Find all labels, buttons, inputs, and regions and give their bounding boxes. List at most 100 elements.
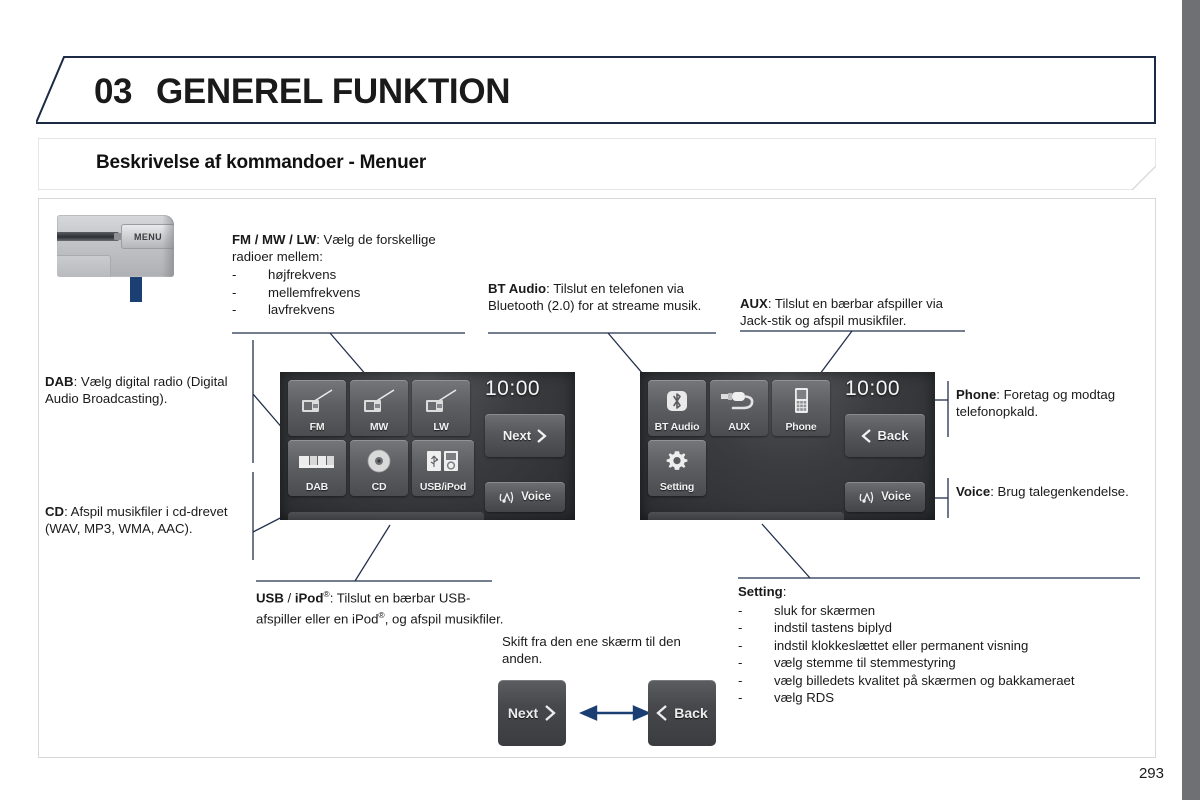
list-item: - mellemfrekvens bbox=[232, 284, 361, 300]
note-voice: Voice: Brug talegenkendelse. bbox=[956, 484, 1156, 501]
jack-plug-icon bbox=[710, 380, 768, 421]
back-button-label: Back bbox=[877, 428, 909, 443]
next-button-standalone[interactable]: Next bbox=[498, 680, 566, 746]
dab-icon bbox=[288, 440, 346, 481]
section-title: Beskrivelse af kommandoer - Menuer bbox=[96, 152, 427, 173]
note-phone-title: Phone bbox=[956, 387, 997, 402]
list-item: - vælg billedets kvalitet på skærmen og b… bbox=[738, 672, 1075, 688]
section-bar: Beskrivelse af kommandoer - Menuer bbox=[38, 138, 1156, 190]
chapter-title: 03 GENEREL FUNKTION bbox=[94, 64, 511, 120]
list-item: - vælg RDS bbox=[738, 690, 835, 705]
device-lower-panel bbox=[57, 255, 111, 277]
note-aux-text: : Tilslut en bærbar afspiller via Jack-s… bbox=[740, 296, 944, 328]
note-switch-screens: Skift fra den ene skærm til den anden. bbox=[502, 634, 681, 666]
usb-ipod-icon bbox=[412, 440, 474, 481]
radio-fm-icon bbox=[288, 380, 346, 421]
tile-dab[interactable]: DAB bbox=[288, 440, 346, 496]
voice-button-right[interactable]: Voice bbox=[845, 482, 925, 512]
tile-label: Phone bbox=[785, 421, 817, 433]
voice-button-left[interactable]: Voice bbox=[485, 482, 565, 512]
voice-wave-icon bbox=[859, 491, 874, 503]
gear-icon bbox=[648, 440, 706, 481]
cd-slot bbox=[57, 232, 119, 241]
menu-device-photo: MENU bbox=[57, 215, 174, 277]
note-usb-title: USB bbox=[256, 590, 284, 606]
tile-label: CD bbox=[371, 481, 387, 493]
tile-label: DAB bbox=[305, 481, 329, 493]
note-usb-text-b: , og afspil musikfiler. bbox=[384, 611, 504, 627]
note-aux-title: AUX bbox=[740, 296, 768, 311]
page-edge-strip bbox=[1182, 0, 1200, 800]
voice-button-label: Voice bbox=[521, 491, 551, 503]
note-voice-text: : Brug talegenkendelse. bbox=[990, 484, 1129, 499]
mobile-phone-icon bbox=[772, 380, 830, 421]
note-setting-list: - sluk for skærmen - indstil tastens biply… bbox=[738, 602, 1158, 707]
tile-strip-bottom bbox=[648, 512, 844, 520]
list-item: - indstil klokkeslættet eller permanent v… bbox=[738, 637, 1029, 653]
manual-page: 03 GENEREL FUNKTION Beskrivelse af komma… bbox=[0, 0, 1200, 800]
radio-mw-icon bbox=[350, 380, 408, 421]
note-setting: Setting: - sluk for skærmen - indstil tast… bbox=[738, 584, 1158, 707]
note-ipod-title: iPod bbox=[294, 590, 324, 606]
next-button-label: Next bbox=[507, 705, 539, 721]
radio-screen-left: FM MW LW DAB CD USB/iPod 10:00 Next Voic… bbox=[280, 372, 575, 520]
tile-setting[interactable]: Setting bbox=[648, 440, 706, 496]
tile-fm[interactable]: FM bbox=[288, 380, 346, 436]
page-number: 293 bbox=[1138, 765, 1164, 782]
chevron-right-icon bbox=[545, 705, 556, 721]
note-usb-ipod: USB / iPod®: Tilslut en bærbar USB-afspi… bbox=[256, 589, 504, 627]
voice-button-label: Voice bbox=[881, 491, 911, 503]
clock-left: 10:00 bbox=[485, 377, 541, 400]
note-cd: CD: Afspil musikfiler i cd-drevet (WAV, … bbox=[45, 504, 240, 537]
clock-right: 10:00 bbox=[845, 377, 901, 400]
note-cd-title: CD bbox=[45, 504, 65, 519]
tile-bt-audio[interactable]: BT Audio bbox=[648, 380, 706, 436]
tile-lw[interactable]: LW bbox=[412, 380, 470, 436]
device-bevel bbox=[162, 215, 174, 277]
tile-label: USB/iPod bbox=[419, 481, 467, 493]
tile-label: AUX bbox=[728, 421, 750, 433]
tile-label: MW bbox=[369, 421, 389, 433]
cd-disc-icon bbox=[350, 440, 408, 481]
back-button-standalone[interactable]: Back bbox=[648, 680, 716, 746]
chapter-name: GENEREL FUNKTION bbox=[155, 72, 511, 111]
chevron-left-icon bbox=[861, 428, 872, 443]
tile-label: FM bbox=[309, 421, 325, 433]
tile-strip-bottom bbox=[288, 512, 484, 520]
next-button-label: Next bbox=[502, 428, 532, 443]
back-button-label: Back bbox=[674, 705, 708, 721]
chevron-right-icon bbox=[537, 428, 547, 443]
note-cd-text: : Afspil musikfiler i cd-drevet (WAV, MP… bbox=[45, 504, 228, 536]
tile-label: Setting bbox=[659, 481, 695, 493]
tile-usb-ipod[interactable]: USB/iPod bbox=[412, 440, 474, 496]
chapter-header-corner bbox=[36, 56, 92, 124]
note-radio-title: FM / MW / LW bbox=[232, 232, 317, 247]
tile-label: LW bbox=[433, 421, 449, 433]
chevron-left-icon bbox=[656, 705, 668, 721]
note-phone: Phone: Foretag og modtag telefonopkald. bbox=[956, 387, 1156, 420]
list-item: - sluk for skærmen bbox=[738, 602, 876, 618]
note-bt-audio: BT Audio: Tilslut en telefonen via Bluet… bbox=[488, 281, 716, 314]
radio-screen-right: BT Audio AUX Phone Setting 10:00 Back Vo… bbox=[640, 372, 935, 520]
note-setting-title: Setting bbox=[738, 584, 783, 599]
tile-label: BT Audio bbox=[654, 421, 700, 433]
tile-mw[interactable]: MW bbox=[350, 380, 408, 436]
chapter-number: 03 bbox=[94, 72, 132, 111]
voice-wave-icon bbox=[499, 491, 514, 503]
radio-lw-icon bbox=[412, 380, 470, 421]
back-button-right[interactable]: Back bbox=[845, 414, 925, 457]
list-item: - vælg stemme til stemmestyring bbox=[738, 655, 956, 670]
note-aux: AUX: Tilslut en bærbar afspiller via Jac… bbox=[740, 296, 968, 329]
list-item: - højfrekvens bbox=[232, 267, 337, 282]
tile-cd[interactable]: CD bbox=[350, 440, 408, 496]
tile-phone[interactable]: Phone bbox=[772, 380, 830, 436]
note-radio-bands: FM / MW / LW: Vælg de forskellige radioe… bbox=[232, 232, 464, 319]
list-item: - indstil tastens biplyd bbox=[738, 620, 893, 635]
note-radio-list: - højfrekvens - mellemfrekvens - lavfrekven… bbox=[232, 266, 464, 319]
note-voice-title: Voice bbox=[956, 484, 991, 499]
note-dab-title: DAB bbox=[45, 374, 74, 389]
tile-aux[interactable]: AUX bbox=[710, 380, 768, 436]
note-bt-audio-title: BT Audio bbox=[488, 281, 547, 296]
bluetooth-icon bbox=[648, 380, 706, 421]
next-button-left[interactable]: Next bbox=[485, 414, 565, 457]
